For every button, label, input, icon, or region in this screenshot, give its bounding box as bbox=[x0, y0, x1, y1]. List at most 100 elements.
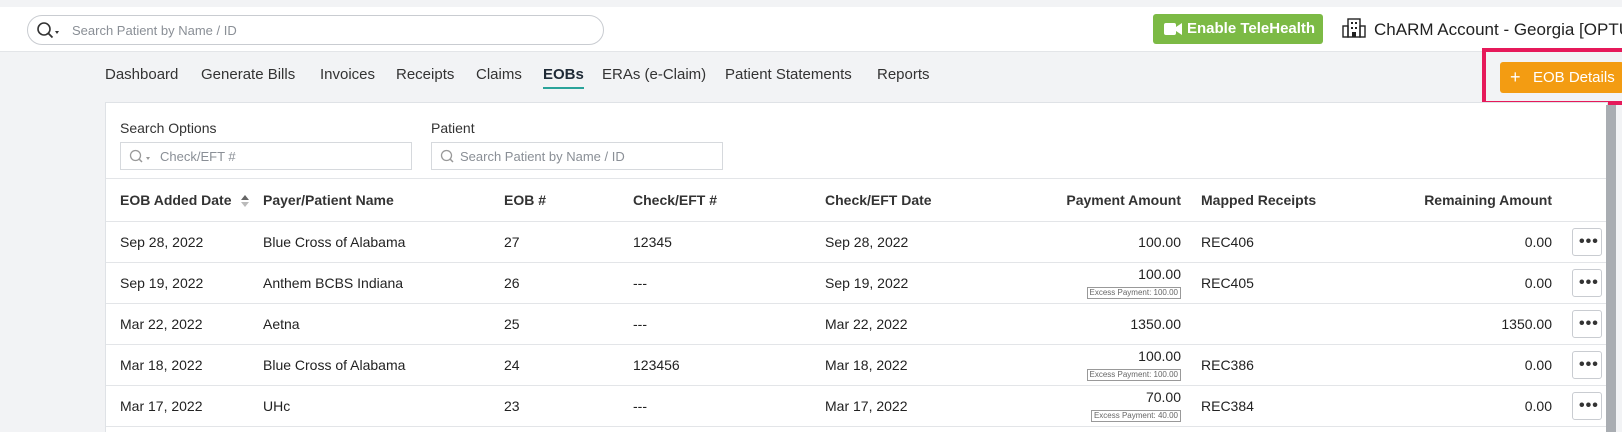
check-date: Sep 28, 2022 bbox=[825, 221, 1002, 263]
table-row[interactable]: Mar 18, 2022 Blue Cross of Alabama 24 12… bbox=[106, 344, 1609, 386]
col-check-eft-number: Check/EFT # bbox=[633, 180, 825, 222]
eob-number: 25 bbox=[504, 303, 633, 345]
col-payment-amount: Payment Amount bbox=[1002, 180, 1187, 222]
sort-icon[interactable] bbox=[240, 194, 250, 208]
tab-dashboard[interactable]: Dashboard bbox=[105, 66, 178, 87]
search-icon bbox=[129, 149, 150, 163]
more-icon: ••• bbox=[1579, 273, 1599, 291]
eob-added-date: Sep 19, 2022 bbox=[106, 262, 263, 304]
eob-number: 24 bbox=[504, 344, 633, 386]
payer-name: Anthem BCBS Indiana bbox=[263, 262, 504, 304]
telehealth-label: Enable TeleHealth bbox=[1187, 20, 1316, 37]
search-icon bbox=[37, 22, 59, 39]
col-eob-added-date[interactable]: EOB Added Date bbox=[106, 180, 263, 222]
check-date: Mar 17, 2022 bbox=[825, 385, 1002, 427]
tab-patient-statements[interactable]: Patient Statements bbox=[725, 66, 852, 87]
tab-eras[interactable]: ERAs (e-Claim) bbox=[602, 66, 706, 87]
eob-added-date: Mar 17, 2022 bbox=[106, 385, 263, 427]
tab-receipts[interactable]: Receipts bbox=[396, 66, 454, 87]
more-icon: ••• bbox=[1579, 232, 1599, 250]
eob-table: EOB Added Date Payer/Patient Name EOB # … bbox=[106, 180, 1609, 427]
eob-details-highlight: + EOB Details bbox=[1482, 48, 1622, 105]
mapped-receipt[interactable]: REC405 bbox=[1187, 262, 1382, 304]
mapped-receipt[interactable]: REC406 bbox=[1187, 221, 1382, 263]
check-eft-placeholder: Check/EFT # bbox=[160, 149, 236, 164]
row-actions-button[interactable]: ••• bbox=[1572, 268, 1602, 297]
payment-amount: 100.00 Excess Payment: 100.00 bbox=[1002, 262, 1187, 304]
col-actions bbox=[1558, 180, 1609, 222]
eob-panel: Search Options Check/EFT # Patient Searc… bbox=[105, 102, 1609, 432]
eob-added-date: Sep 28, 2022 bbox=[106, 221, 263, 263]
eob-number: 26 bbox=[504, 262, 633, 304]
check-number: --- bbox=[633, 385, 825, 427]
tab-claims[interactable]: Claims bbox=[476, 66, 522, 87]
payer-name: Aetna bbox=[263, 303, 504, 345]
building-icon bbox=[1342, 18, 1366, 38]
mapped-receipt[interactable] bbox=[1187, 303, 1382, 345]
check-number: 123456 bbox=[633, 344, 825, 386]
col-remaining-amount: Remaining Amount bbox=[1382, 180, 1558, 222]
eob-added-date: Mar 22, 2022 bbox=[106, 303, 263, 345]
row-actions-button[interactable]: ••• bbox=[1572, 391, 1602, 420]
more-icon: ••• bbox=[1579, 314, 1599, 332]
col-mapped-receipts: Mapped Receipts bbox=[1187, 180, 1382, 222]
col-eob-number: EOB # bbox=[504, 180, 633, 222]
eob-number: 23 bbox=[504, 385, 633, 427]
row-actions-button[interactable]: ••• bbox=[1572, 350, 1602, 379]
account-label: ChARM Account - Georgia [OPTUM bbox=[1374, 20, 1622, 39]
remaining-amount: 0.00 bbox=[1382, 344, 1558, 386]
payment-amount: 70.00 Excess Payment: 40.00 bbox=[1002, 385, 1187, 427]
eob-added-date: Mar 18, 2022 bbox=[106, 344, 263, 386]
plus-icon: + bbox=[1510, 67, 1521, 87]
check-date: Mar 22, 2022 bbox=[825, 303, 1002, 345]
search-placeholder: Search Patient by Name / ID bbox=[72, 23, 237, 38]
vertical-scrollbar[interactable] bbox=[1606, 105, 1616, 432]
check-eft-search-input[interactable]: Check/EFT # bbox=[120, 142, 412, 170]
mapped-receipt[interactable]: REC386 bbox=[1187, 344, 1382, 386]
remaining-amount: 1350.00 bbox=[1382, 303, 1558, 345]
more-icon: ••• bbox=[1579, 355, 1599, 373]
patient-label: Patient bbox=[431, 120, 475, 136]
table-header-row: EOB Added Date Payer/Patient Name EOB # … bbox=[106, 180, 1609, 222]
check-date: Mar 18, 2022 bbox=[825, 344, 1002, 386]
eob-number: 27 bbox=[504, 221, 633, 263]
eob-details-button[interactable]: + EOB Details bbox=[1500, 62, 1622, 93]
filters-section: Search Options Check/EFT # Patient Searc… bbox=[106, 103, 1607, 179]
table-row[interactable]: Sep 19, 2022 Anthem BCBS Indiana 26 --- … bbox=[106, 262, 1609, 304]
col-check-eft-date: Check/EFT Date bbox=[825, 180, 1002, 222]
row-actions-button[interactable]: ••• bbox=[1572, 309, 1602, 338]
payer-name: Blue Cross of Alabama bbox=[263, 221, 504, 263]
payer-name: Blue Cross of Alabama bbox=[263, 344, 504, 386]
table-row[interactable]: Mar 22, 2022 Aetna 25 --- Mar 22, 2022 1… bbox=[106, 303, 1609, 345]
tab-invoices[interactable]: Invoices bbox=[320, 66, 375, 87]
tab-reports[interactable]: Reports bbox=[877, 66, 930, 87]
col-payer-patient-name: Payer/Patient Name bbox=[263, 180, 504, 222]
table-row[interactable]: Mar 17, 2022 UHc 23 --- Mar 17, 2022 70.… bbox=[106, 385, 1609, 427]
enable-telehealth-button[interactable]: Enable TeleHealth bbox=[1153, 14, 1323, 44]
search-icon bbox=[440, 149, 454, 163]
patient-search-input[interactable]: Search Patient by Name / ID bbox=[27, 15, 604, 45]
remaining-amount: 0.00 bbox=[1382, 385, 1558, 427]
check-number: --- bbox=[633, 303, 825, 345]
check-date: Sep 19, 2022 bbox=[825, 262, 1002, 304]
row-actions-button[interactable]: ••• bbox=[1572, 227, 1602, 256]
remaining-amount: 0.00 bbox=[1382, 221, 1558, 263]
patient-filter-input[interactable]: Search Patient by Name / ID bbox=[431, 142, 723, 170]
tab-eobs[interactable]: EOBs bbox=[543, 66, 584, 89]
search-options-label: Search Options bbox=[120, 120, 217, 136]
payment-amount: 1350.00 bbox=[1002, 303, 1187, 345]
top-bar: Search Patient by Name / ID Enable TeleH… bbox=[0, 0, 1622, 52]
excess-payment-badge: Excess Payment: 40.00 bbox=[1090, 410, 1181, 422]
remaining-amount: 0.00 bbox=[1382, 262, 1558, 304]
video-camera-icon bbox=[1164, 23, 1182, 35]
patient-filter-placeholder: Search Patient by Name / ID bbox=[460, 149, 625, 164]
check-number: 12345 bbox=[633, 221, 825, 263]
payment-amount: 100.00 Excess Payment: 100.00 bbox=[1002, 344, 1187, 386]
eob-details-label: EOB Details bbox=[1533, 69, 1615, 86]
mapped-receipt[interactable]: REC384 bbox=[1187, 385, 1382, 427]
more-icon: ••• bbox=[1579, 396, 1599, 414]
tab-generate-bills[interactable]: Generate Bills bbox=[201, 66, 295, 87]
excess-payment-badge: Excess Payment: 100.00 bbox=[1086, 287, 1181, 299]
payer-name: UHc bbox=[263, 385, 504, 427]
table-row[interactable]: Sep 28, 2022 Blue Cross of Alabama 27 12… bbox=[106, 221, 1609, 263]
